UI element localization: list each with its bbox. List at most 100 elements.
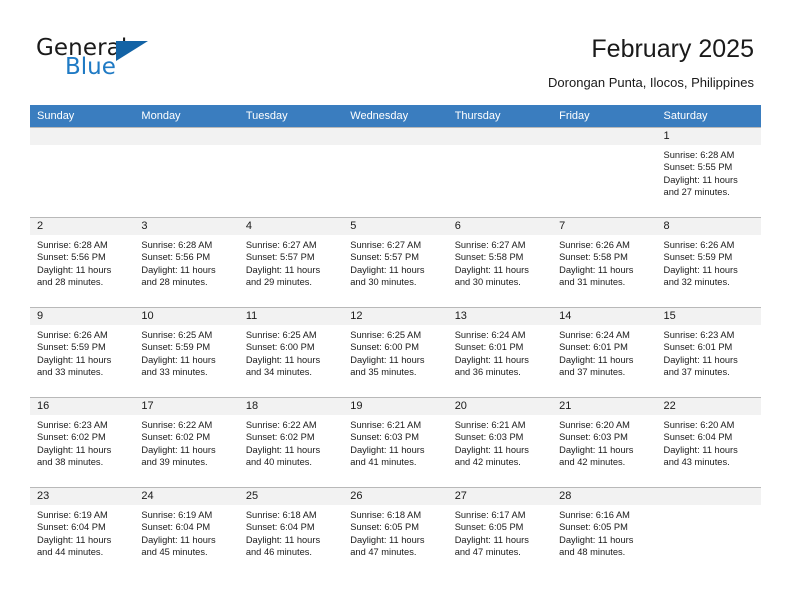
day-number (656, 488, 761, 505)
calendar-day-cell[interactable]: 20 Sunrise: 6:21 AM Sunset: 6:03 PM Dayligh… (447, 397, 553, 488)
daylight-duration: and 41 minutes. (350, 457, 417, 468)
day-details: Sunrise: 6:26 AM Sunset: 5:59 PM Daylight:… (657, 235, 761, 289)
sunset-time: Sunset: 5:58 PM (454, 252, 524, 263)
calendar-day-cell[interactable]: 14 Sunrise: 6:24 AM Sunset: 6:01 PM Dayligh… (552, 307, 657, 398)
calendar-day-cell[interactable]: 13 Sunrise: 6:24 AM Sunset: 6:01 PM Dayligh… (447, 307, 553, 398)
sunset-time: Sunset: 6:02 PM (141, 432, 211, 443)
sunrise-time: Sunrise: 6:21 AM (350, 420, 422, 430)
day-number: 4 (238, 218, 344, 235)
daylight-duration: and 47 minutes. (350, 547, 417, 558)
calendar-day-cell-empty (447, 127, 553, 218)
day-details: Sunrise: 6:27 AM Sunset: 5:57 PM Daylight:… (343, 235, 447, 289)
calendar-day-cell[interactable]: 12 Sunrise: 6:25 AM Sunset: 6:00 PM Dayligh… (343, 307, 448, 398)
calendar-week-row: 23 Sunrise: 6:19 AM Sunset: 6:04 PM Dayligh… (30, 487, 761, 578)
daylight-duration: Daylight: 11 hours (245, 354, 321, 365)
day-number (30, 128, 135, 145)
day-number: 12 (343, 308, 448, 325)
sunset-time: Sunset: 6:02 PM (37, 432, 106, 443)
calendar-day-cell-empty (656, 487, 761, 578)
calendar-day-cell-empty (552, 127, 657, 218)
sunset-time: Sunset: 6:01 PM (559, 342, 628, 353)
sunrise-time: Sunrise: 6:18 AM (350, 510, 422, 520)
sunrise-time: Sunrise: 6:22 AM (141, 420, 213, 430)
daylight-duration: Daylight: 11 hours (37, 534, 112, 545)
day-number: 7 (552, 218, 657, 235)
daylight-duration: Daylight: 11 hours (141, 534, 216, 545)
daylight-duration: Daylight: 11 hours (454, 354, 529, 365)
day-details: Sunrise: 6:18 AM Sunset: 6:04 PM Daylight:… (239, 505, 343, 559)
sunset-time: Sunset: 5:57 PM (245, 252, 315, 263)
sunrise-time: Sunrise: 6:17 AM (454, 510, 526, 520)
daylight-duration: and 48 minutes. (559, 547, 626, 558)
daylight-duration: Daylight: 11 hours (454, 444, 529, 455)
calendar-day-cell[interactable]: 5 Sunrise: 6:27 AM Sunset: 5:57 PM Daylight… (343, 217, 448, 308)
day-number: 3 (134, 218, 239, 235)
sunset-time: Sunset: 5:56 PM (37, 252, 106, 263)
calendar-day-cell[interactable]: 21 Sunrise: 6:20 AM Sunset: 6:03 PM Dayligh… (552, 397, 657, 488)
calendar-day-cell[interactable]: 26 Sunrise: 6:18 AM Sunset: 6:05 PM Dayligh… (343, 487, 448, 578)
calendar-day-cell[interactable]: 16 Sunrise: 6:23 AM Sunset: 6:02 PM Dayligh… (30, 397, 135, 488)
calendar-day-cell[interactable]: 10 Sunrise: 6:25 AM Sunset: 5:59 PM Dayligh… (134, 307, 239, 398)
sunset-time: Sunset: 6:03 PM (559, 432, 628, 443)
sunrise-time: Sunrise: 6:28 AM (141, 240, 213, 250)
calendar-day-cell[interactable]: 8 Sunrise: 6:26 AM Sunset: 5:59 PM Daylight… (656, 217, 761, 308)
calendar-day-cell-empty (134, 127, 239, 218)
calendar-day-cell[interactable]: 22 Sunrise: 6:20 AM Sunset: 6:04 PM Dayligh… (656, 397, 761, 488)
calendar-day-cell[interactable]: 25 Sunrise: 6:18 AM Sunset: 6:04 PM Dayligh… (238, 487, 344, 578)
calendar-day-cell[interactable]: 9 Sunrise: 6:26 AM Sunset: 5:59 PM Daylight… (30, 307, 135, 398)
calendar-day-cell[interactable]: 7 Sunrise: 6:26 AM Sunset: 5:58 PM Daylight… (552, 217, 657, 308)
daylight-duration: Daylight: 11 hours (37, 264, 112, 275)
sunset-time: Sunset: 6:02 PM (245, 432, 315, 443)
daylight-duration: Daylight: 11 hours (663, 174, 738, 185)
title-block: February 2025 Dorongan Punta, Ilocos, Ph… (548, 34, 754, 91)
calendar-day-cell[interactable]: 23 Sunrise: 6:19 AM Sunset: 6:04 PM Dayligh… (30, 487, 135, 578)
day-details: Sunrise: 6:28 AM Sunset: 5:55 PM Daylight:… (657, 145, 761, 199)
sunset-time: Sunset: 6:03 PM (350, 432, 419, 443)
daylight-duration: and 35 minutes. (350, 367, 417, 378)
sunset-time: Sunset: 5:58 PM (559, 252, 628, 263)
daylight-duration: Daylight: 11 hours (663, 264, 738, 275)
calendar-day-cell[interactable]: 24 Sunrise: 6:19 AM Sunset: 6:04 PM Dayligh… (134, 487, 239, 578)
calendar-day-cell-empty (30, 127, 135, 218)
daylight-duration: and 37 minutes. (663, 367, 730, 378)
calendar-day-cell[interactable]: 2 Sunrise: 6:28 AM Sunset: 5:56 PM Daylight… (30, 217, 135, 308)
daylight-duration: and 30 minutes. (454, 277, 521, 288)
day-details: Sunrise: 6:22 AM Sunset: 6:02 PM Daylight:… (134, 415, 238, 469)
daylight-duration: and 28 minutes. (141, 277, 208, 288)
calendar-day-cell-empty (343, 127, 448, 218)
calendar-day-cell[interactable]: 11 Sunrise: 6:25 AM Sunset: 6:00 PM Dayligh… (238, 307, 344, 398)
day-details: Sunrise: 6:26 AM Sunset: 5:58 PM Daylight:… (552, 235, 656, 289)
day-details: Sunrise: 6:27 AM Sunset: 5:58 PM Daylight:… (448, 235, 552, 289)
sunset-time: Sunset: 6:00 PM (350, 342, 419, 353)
day-number: 23 (30, 488, 135, 505)
daylight-duration: and 39 minutes. (141, 457, 208, 468)
calendar-day-cell[interactable]: 17 Sunrise: 6:22 AM Sunset: 6:02 PM Dayligh… (134, 397, 239, 488)
sunset-time: Sunset: 5:56 PM (141, 252, 211, 263)
triangle-logo-icon (116, 41, 148, 61)
daylight-duration: and 31 minutes. (559, 277, 626, 288)
daylight-duration: and 28 minutes. (37, 277, 104, 288)
day-number: 20 (447, 398, 553, 415)
calendar-day-cell[interactable]: 18 Sunrise: 6:22 AM Sunset: 6:02 PM Dayligh… (238, 397, 344, 488)
daylight-duration: and 30 minutes. (350, 277, 417, 288)
calendar-day-cell[interactable]: 4 Sunrise: 6:27 AM Sunset: 5:57 PM Daylight… (238, 217, 344, 308)
calendar-day-cell[interactable]: 19 Sunrise: 6:21 AM Sunset: 6:03 PM Dayligh… (343, 397, 448, 488)
calendar-day-cell[interactable]: 1 Sunrise: 6:28 AM Sunset: 5:55 PM Daylight… (656, 127, 761, 218)
daylight-duration: Daylight: 11 hours (245, 264, 321, 275)
calendar-week-row: 1 Sunrise: 6:28 AM Sunset: 5:55 PM Daylight… (30, 127, 761, 218)
calendar-day-cell[interactable]: 28 Sunrise: 6:16 AM Sunset: 6:05 PM Dayligh… (552, 487, 657, 578)
sunrise-time: Sunrise: 6:26 AM (559, 240, 630, 250)
day-number: 25 (238, 488, 344, 505)
calendar-day-cell[interactable]: 27 Sunrise: 6:17 AM Sunset: 6:05 PM Dayligh… (447, 487, 553, 578)
day-number: 11 (238, 308, 344, 325)
calendar-day-cell[interactable]: 15 Sunrise: 6:23 AM Sunset: 6:01 PM Dayligh… (656, 307, 761, 398)
weekday-header-monday: Monday (134, 105, 239, 128)
day-details: Sunrise: 6:28 AM Sunset: 5:56 PM Daylight:… (30, 235, 134, 289)
brand-logo[interactable]: General Blue (36, 36, 266, 86)
day-number (552, 128, 657, 145)
daylight-duration: and 36 minutes. (454, 367, 521, 378)
calendar-day-cell[interactable]: 6 Sunrise: 6:27 AM Sunset: 5:58 PM Daylight… (447, 217, 553, 308)
calendar-day-cell[interactable]: 3 Sunrise: 6:28 AM Sunset: 5:56 PM Daylight… (134, 217, 239, 308)
day-details: Sunrise: 6:21 AM Sunset: 6:03 PM Daylight:… (448, 415, 552, 469)
day-number: 5 (343, 218, 448, 235)
